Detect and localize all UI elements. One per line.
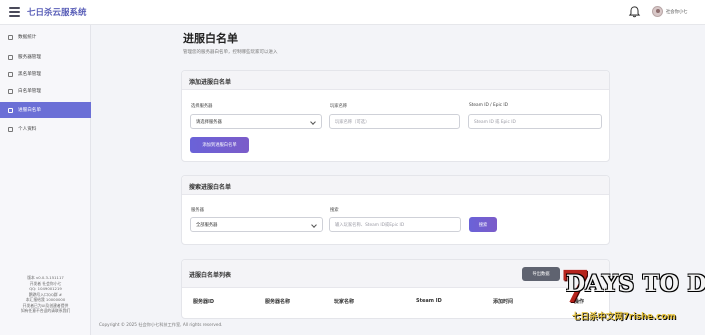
watermark-subtitle: 七日杀中文网7rishe.com [572,312,676,322]
sidebar-item-label: 黑名单管理 [18,72,41,77]
bell-icon[interactable] [628,5,641,19]
chart-icon [8,34,13,40]
copyright: Copyright © 2025 社会你小七科技工作室, All rights … [99,322,223,327]
column-header: 服务器名称 [265,299,291,305]
sidebar-item-join-whitelist[interactable]: 进服白名单 [0,102,91,118]
sidebar-item-blacklist[interactable]: 黑名单管理 [0,66,91,82]
card-header: 搜索进服白名单 [182,176,609,195]
sidebar-item-whitelist[interactable]: 白名单管理 [0,83,91,99]
card-title: 添加进服白名单 [189,79,232,86]
sidebar-footer: 版本 v0.0.3-151117 开发者 社会你小七 QQ: 104900121… [0,275,91,314]
export-data-button[interactable]: 导出数据 [522,267,560,281]
steam-id-placeholder: Steam ID 或 Epic ID [474,119,516,125]
watermark-logo: 7 DAYS TO DIE 七日杀中文网7rishe.com [560,262,705,335]
table-header: 服务器ID 服务器名称 玩家名称 Steam ID 添加时间 操作 [182,298,609,310]
steam-id-label: Steam ID / Epic ID [469,103,508,108]
server-select-label: 选择服务器 [191,104,213,109]
blacklist-icon [8,71,13,77]
player-name-label: 玩家名称 [330,104,348,109]
hamburger-menu-icon[interactable] [9,7,20,17]
top-bar: 七日杀云服系统 社会你小七 [0,0,705,25]
sidebar-item-label: 个人资料 [18,127,37,132]
search-placeholder: 输入玩家名称、Steam ID或Epic ID [335,222,405,228]
server-icon [8,54,13,60]
whitelist-table-card: 进服白名单列表 导出数据 服务器ID 服务器名称 玩家名称 Steam ID 添… [181,259,610,319]
column-header: 服务器ID [193,299,215,305]
user-icon [8,126,13,132]
search-label: 搜索 [330,208,339,213]
server-filter-select[interactable]: 全部服务器 [190,217,323,232]
footer-line: 如有任意不合适的请联系我们 [20,308,71,313]
sidebar-item-label: 进服白名单 [18,108,41,113]
sidebar-item-label: 数据统计 [18,35,37,40]
player-name-placeholder: 玩家名称（可选） [335,119,370,125]
sidebar-item-profile[interactable]: 个人资料 [0,121,91,137]
column-header: 添加时间 [493,299,514,305]
steam-id-input[interactable]: Steam ID 或 Epic ID [468,114,602,129]
sidebar-item-statistics[interactable]: 数据统计 [0,29,91,45]
sidebar: 数据统计 服务器管理 黑名单管理 白名单管理 进服白名单 个人资料 版本 v0.… [0,25,91,335]
page-title: 进服白名单 [183,32,238,45]
column-header: Steam ID [416,298,442,304]
app-brand[interactable]: 七日杀云服系统 [27,6,87,18]
search-input[interactable]: 输入玩家名称、Steam ID或Epic ID [329,217,461,232]
player-name-input[interactable]: 玩家名称（可选） [329,114,460,129]
search-button[interactable]: 搜索 [469,217,497,232]
sidebar-item-label: 服务器管理 [18,55,41,60]
username[interactable]: 社会你小七 [666,9,687,15]
page-subtitle: 管理您的服务器白名单，控制哪些玩家可以进入 [183,50,278,55]
server-select-value: 请选择服务器 [196,119,222,125]
whitelist-icon [8,88,13,94]
server-filter-value: 全部服务器 [196,222,218,228]
search-whitelist-card: 搜索进服白名单 服务器 全部服务器 搜索 输入玩家名称、Steam ID或Epi… [181,175,610,245]
avatar[interactable] [652,6,663,17]
list-icon [8,107,13,113]
sidebar-item-servers[interactable]: 服务器管理 [0,49,91,65]
server-filter-label: 服务器 [191,208,204,213]
add-whitelist-card: 添加进服白名单 选择服务器 请选择服务器 玩家名称 玩家名称（可选） Steam… [181,70,610,162]
sidebar-item-label: 白名单管理 [18,89,41,94]
column-header: 玩家名称 [334,299,355,305]
watermark-title: DAYS TO DIE [566,271,705,297]
card-title: 进服白名单列表 [189,272,232,279]
card-title: 搜索进服白名单 [189,184,232,191]
server-select[interactable]: 请选择服务器 [190,114,322,129]
add-whitelist-button[interactable]: 添加到进服白名单 [190,137,249,153]
card-header: 添加进服白名单 [182,71,609,90]
